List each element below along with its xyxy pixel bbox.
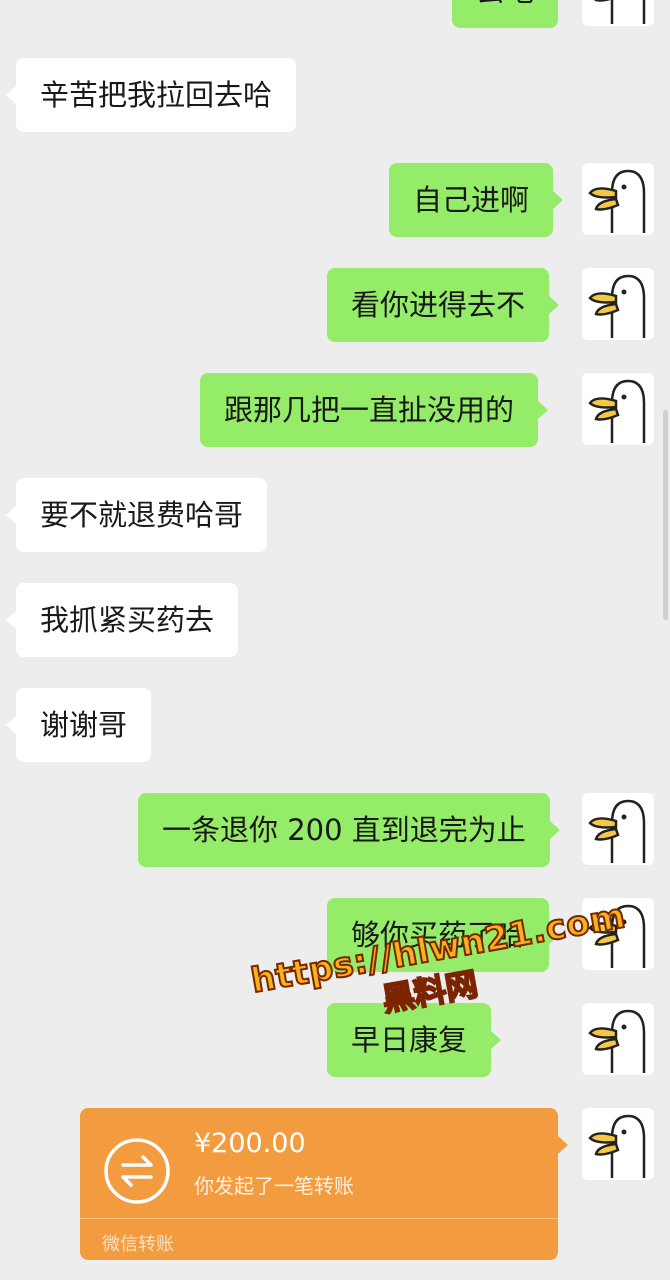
message-outgoing[interactable]: 早日康复 [327,1003,502,1077]
avatar[interactable] [582,163,654,235]
duck-avatar-icon [588,274,646,338]
message-text: 跟那几把一直扯没用的 [224,393,515,427]
message-outgoing[interactable]: 看你进得去不 [327,268,560,342]
message-text: 早日康复 [351,1023,468,1057]
duck-avatar-icon [588,1009,646,1073]
message-text: 谢谢哥 [40,708,128,742]
transfer-amount: ¥200.00 [194,1128,306,1159]
avatar[interactable] [582,793,654,865]
duck-avatar-icon [588,379,646,443]
transfer-description: 你发起了一笔转账 [194,1174,354,1198]
message-text: 辛苦把我拉回去哈 [40,78,273,112]
message-text: 要不就退费哈哥 [40,498,244,532]
duck-avatar-icon [588,1114,646,1178]
message-text: 我抓紧买药去 [40,603,215,637]
message-text: 够你买药了哈 [351,918,526,952]
duck-avatar-icon [594,0,646,24]
transfer-arrows-icon [102,1136,172,1206]
message-text: 看你进得去不 [351,288,526,322]
message-outgoing[interactable]: 自己进啊 [389,163,564,237]
chat-view: 去吧 辛苦把我拉回去哈 自己进啊 看你进得去不 跟那几把一直扯没用的 要不就退费… [0,0,670,1280]
duck-avatar-icon [588,904,646,968]
message-incoming[interactable]: 谢谢哥 [5,688,152,762]
transfer-brand-label: 微信转账 [102,1234,174,1255]
divider [80,1218,558,1219]
message-outgoing[interactable]: 去吧 [452,0,559,28]
duck-avatar-icon [588,169,646,233]
message-incoming[interactable]: 要不就退费哈哥 [5,478,268,552]
avatar[interactable] [582,898,654,970]
avatar[interactable] [582,268,654,340]
message-outgoing[interactable]: 够你买药了哈 [327,898,560,972]
message-outgoing[interactable]: 跟那几把一直扯没用的 [200,373,549,447]
avatar[interactable] [582,1003,654,1075]
transfer-card[interactable]: ¥200.00 你发起了一笔转账 微信转账 [80,1108,568,1260]
scrollbar[interactable] [663,410,668,620]
message-incoming[interactable]: 我抓紧买药去 [5,583,239,657]
message-text: 一条退你 200 直到退完为止 [162,813,526,847]
message-text: 去吧 [476,0,534,8]
message-text: 自己进啊 [413,183,530,217]
avatar[interactable] [582,373,654,445]
duck-avatar-icon [588,799,646,863]
message-incoming[interactable]: 辛苦把我拉回去哈 [5,58,297,132]
message-outgoing[interactable]: 一条退你 200 直到退完为止 [138,793,560,867]
avatar[interactable] [582,1108,654,1180]
avatar[interactable] [582,0,654,26]
